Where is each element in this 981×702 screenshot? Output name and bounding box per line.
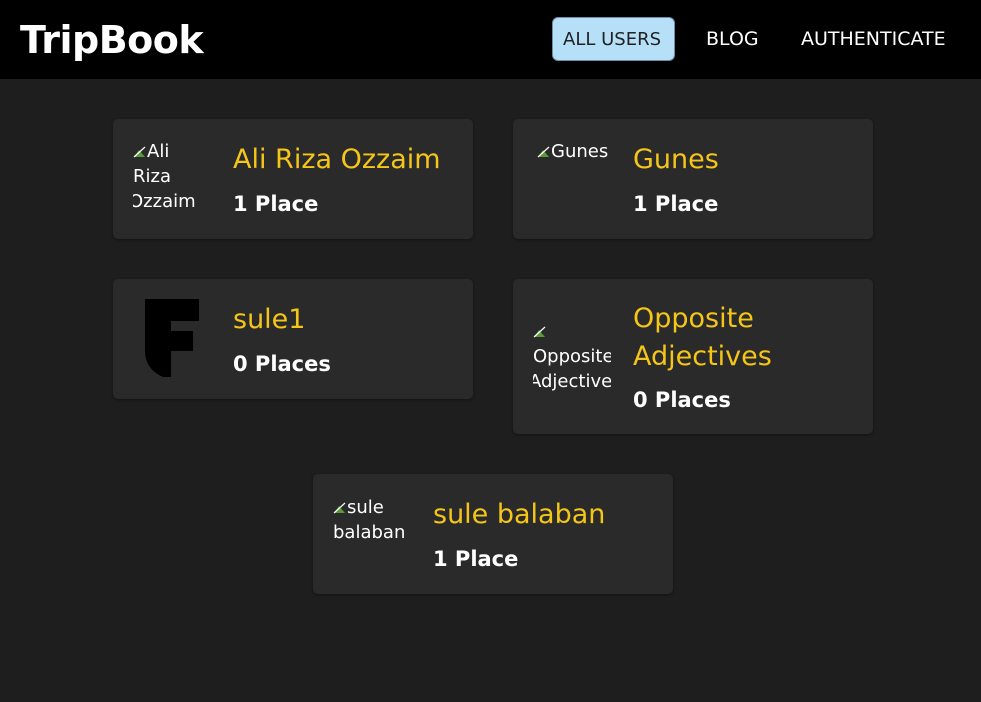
avatar-alt-text: Riza — [133, 166, 171, 187]
user-name-line-2[interactable]: Adjectives — [633, 338, 772, 376]
user-name[interactable]: sule balaban — [433, 496, 605, 534]
user-places-count: 1 Place — [233, 192, 319, 216]
broken-image-icon — [533, 326, 546, 338]
user-avatar: sule balaban — [333, 495, 411, 573]
user-name[interactable]: sule1 — [233, 301, 305, 339]
user-places-count: 0 Places — [233, 352, 331, 376]
user-avatar: Opposite Adjectives — [533, 319, 611, 397]
user-card[interactable]: Opposite Adjectives Opposite Adjectives … — [513, 279, 873, 434]
letter-f-logo-icon — [145, 299, 199, 377]
user-places-count: 1 Place — [633, 192, 719, 216]
avatar-alt-text: balaban — [333, 522, 406, 543]
avatar-alt-text: Gunes — [551, 141, 609, 162]
nav-blog[interactable]: BLOG — [706, 17, 759, 61]
user-places-count: 0 Places — [633, 388, 731, 412]
avatar-alt-text: sule — [347, 497, 384, 518]
user-name[interactable]: Ali Riza Ozzaim — [233, 141, 441, 179]
app-logo-title[interactable]: TripBook — [20, 15, 204, 65]
user-name[interactable]: Gunes — [633, 141, 719, 179]
user-card[interactable]: Gunes Gunes 1 Place — [513, 119, 873, 239]
user-name-line-1[interactable]: Opposite — [633, 300, 754, 338]
avatar-alt-text: Ozzaim — [133, 191, 196, 212]
user-card[interactable]: F sule1 0 Places — [113, 279, 473, 399]
broken-image-icon — [333, 502, 346, 514]
avatar-alt-text: Adjectives — [533, 371, 611, 392]
nav-all-users[interactable]: ALL USERS — [552, 17, 675, 61]
user-card[interactable]: sule balaban sule balaban 1 Place — [313, 474, 673, 594]
user-avatar: Gunes — [537, 140, 615, 164]
avatar-alt-text: Opposite — [533, 346, 611, 367]
user-avatar: F — [141, 299, 203, 379]
user-card[interactable]: Ali Riza Ozzaim Ali Riza Ozzaim 1 Place — [113, 119, 473, 239]
nav-authenticate[interactable]: AUTHENTICATE — [801, 17, 946, 61]
user-places-count: 1 Place — [433, 547, 519, 571]
broken-image-icon — [537, 146, 550, 158]
header: TripBook ALL USERS BLOG AUTHENTICATE — [0, 0, 981, 79]
avatar-alt-text: Ali — [147, 141, 170, 162]
user-avatar: Ali Riza Ozzaim — [133, 139, 211, 217]
broken-image-icon — [133, 146, 146, 158]
